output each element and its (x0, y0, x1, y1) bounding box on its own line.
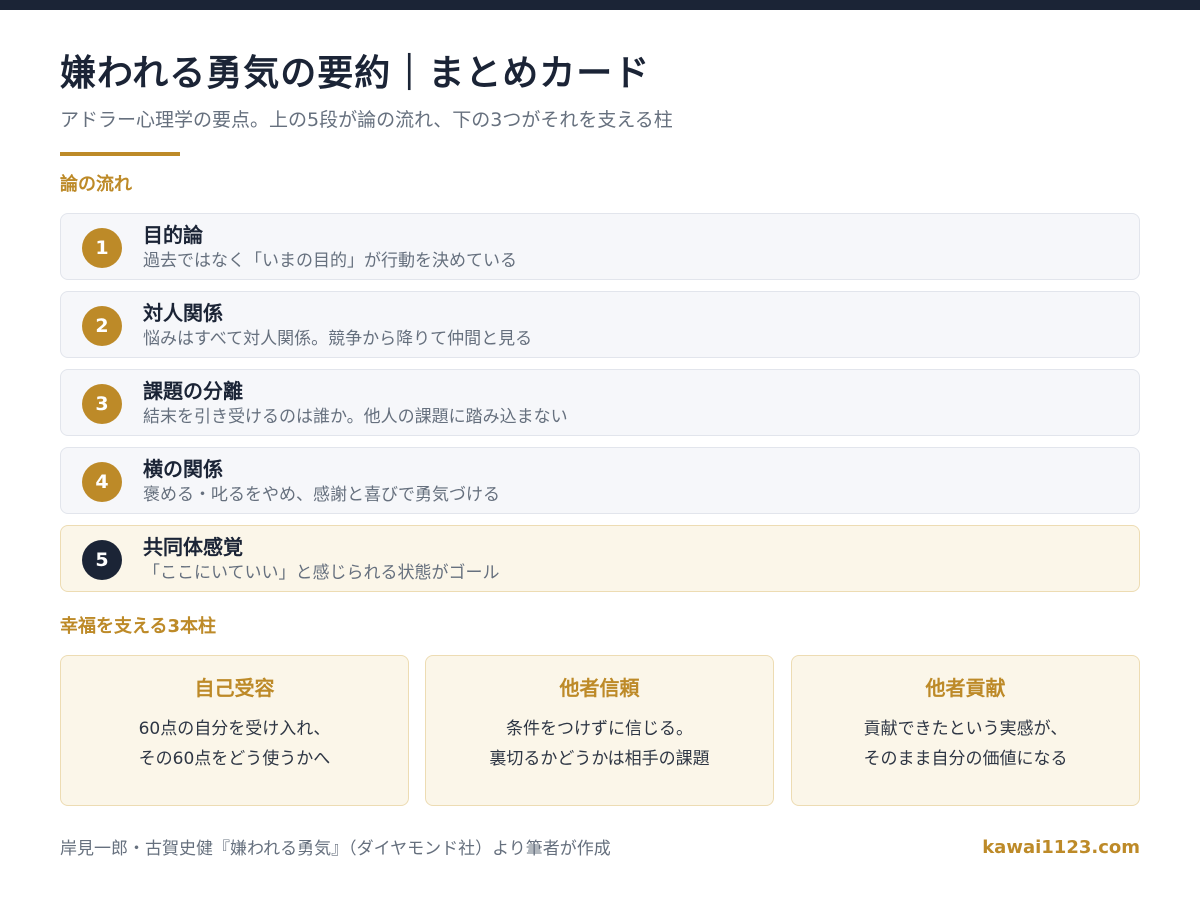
pillar-text-line: 条件をつけずに信じる。 (506, 719, 693, 739)
page-title: 嫌われる勇気の要約｜まとめカード (60, 53, 651, 94)
top-accent-bar (0, 0, 1200, 10)
footer-credit: 岸見一郎・古賀史健『嫌われる勇気』（ダイヤモンド社）より筆者が作成 (60, 839, 611, 859)
step-description: 悩みはすべて対人関係。競争から降りて仲間と見る (143, 329, 533, 349)
step-number-badge: 1 (82, 228, 122, 268)
pillar-card-self-acceptance: 自己受容 60点の自分を受け入れ、 その60点をどう使うかへ (60, 655, 409, 806)
pillar-text-line: 裏切るかどうかは相手の課題 (489, 749, 710, 769)
pillar-title: 他者貢献 (925, 676, 1006, 700)
step-description: 「ここにいていい」と感じられる状態がゴール (143, 563, 500, 583)
flow-section-label: 論の流れ (60, 174, 132, 195)
pillar-title: 他者信頼 (559, 676, 640, 700)
step-title: 対人関係 (143, 301, 223, 325)
footer-site-link[interactable]: kawai1123.com (982, 836, 1140, 860)
pillars-section-label: 幸福を支える3本柱 (60, 616, 216, 637)
step-description: 過去ではなく「いまの目的」が行動を決めている (143, 251, 517, 271)
step-description: 結末を引き受けるのは誰か。他人の課題に踏み込まない (143, 407, 568, 427)
step-number-badge: 3 (82, 384, 122, 424)
step-description: 褒める・叱るをやめ、感謝と喜びで勇気づける (143, 485, 500, 505)
pillar-card-trust: 他者信頼 条件をつけずに信じる。 裏切るかどうかは相手の課題 (425, 655, 774, 806)
flow-step-3: 3 課題の分離 結末を引き受けるのは誰か。他人の課題に踏み込まない (60, 369, 1140, 436)
title-underline (60, 152, 180, 156)
pillars-row: 自己受容 60点の自分を受け入れ、 その60点をどう使うかへ 他者信頼 条件をつ… (60, 655, 1140, 806)
step-title: 課題の分離 (143, 379, 243, 403)
pillar-text-line: 貢献できたという実感が、 (863, 719, 1068, 739)
flow-step-4: 4 横の関係 褒める・叱るをやめ、感謝と喜びで勇気づける (60, 447, 1140, 514)
step-number-badge: 5 (82, 540, 122, 580)
pillar-text-line: その60点をどう使うかへ (138, 749, 331, 769)
page-subtitle: アドラー心理学の要点。上の5段が論の流れ、下の3つがそれを支える柱 (60, 109, 673, 131)
pillar-text-line: そのまま自分の価値になる (863, 749, 1068, 769)
flow-step-5-goal: 5 共同体感覚 「ここにいていい」と感じられる状態がゴール (60, 525, 1140, 592)
flow-step-1: 1 目的論 過去ではなく「いまの目的」が行動を決めている (60, 213, 1140, 280)
step-title: 横の関係 (143, 457, 223, 481)
step-title: 目的論 (143, 223, 203, 247)
step-number-badge: 4 (82, 462, 122, 502)
pillar-card-contribution: 他者貢献 貢献できたという実感が、 そのまま自分の価値になる (791, 655, 1140, 806)
flow-step-2: 2 対人関係 悩みはすべて対人関係。競争から降りて仲間と見る (60, 291, 1140, 358)
pillar-text-line: 60点の自分を受け入れ、 (138, 719, 331, 739)
step-title: 共同体感覚 (143, 535, 243, 559)
step-number-badge: 2 (82, 306, 122, 346)
flow-steps: 1 目的論 過去ではなく「いまの目的」が行動を決めている 2 対人関係 悩みはす… (60, 213, 1140, 603)
pillar-title: 自己受容 (194, 676, 275, 700)
